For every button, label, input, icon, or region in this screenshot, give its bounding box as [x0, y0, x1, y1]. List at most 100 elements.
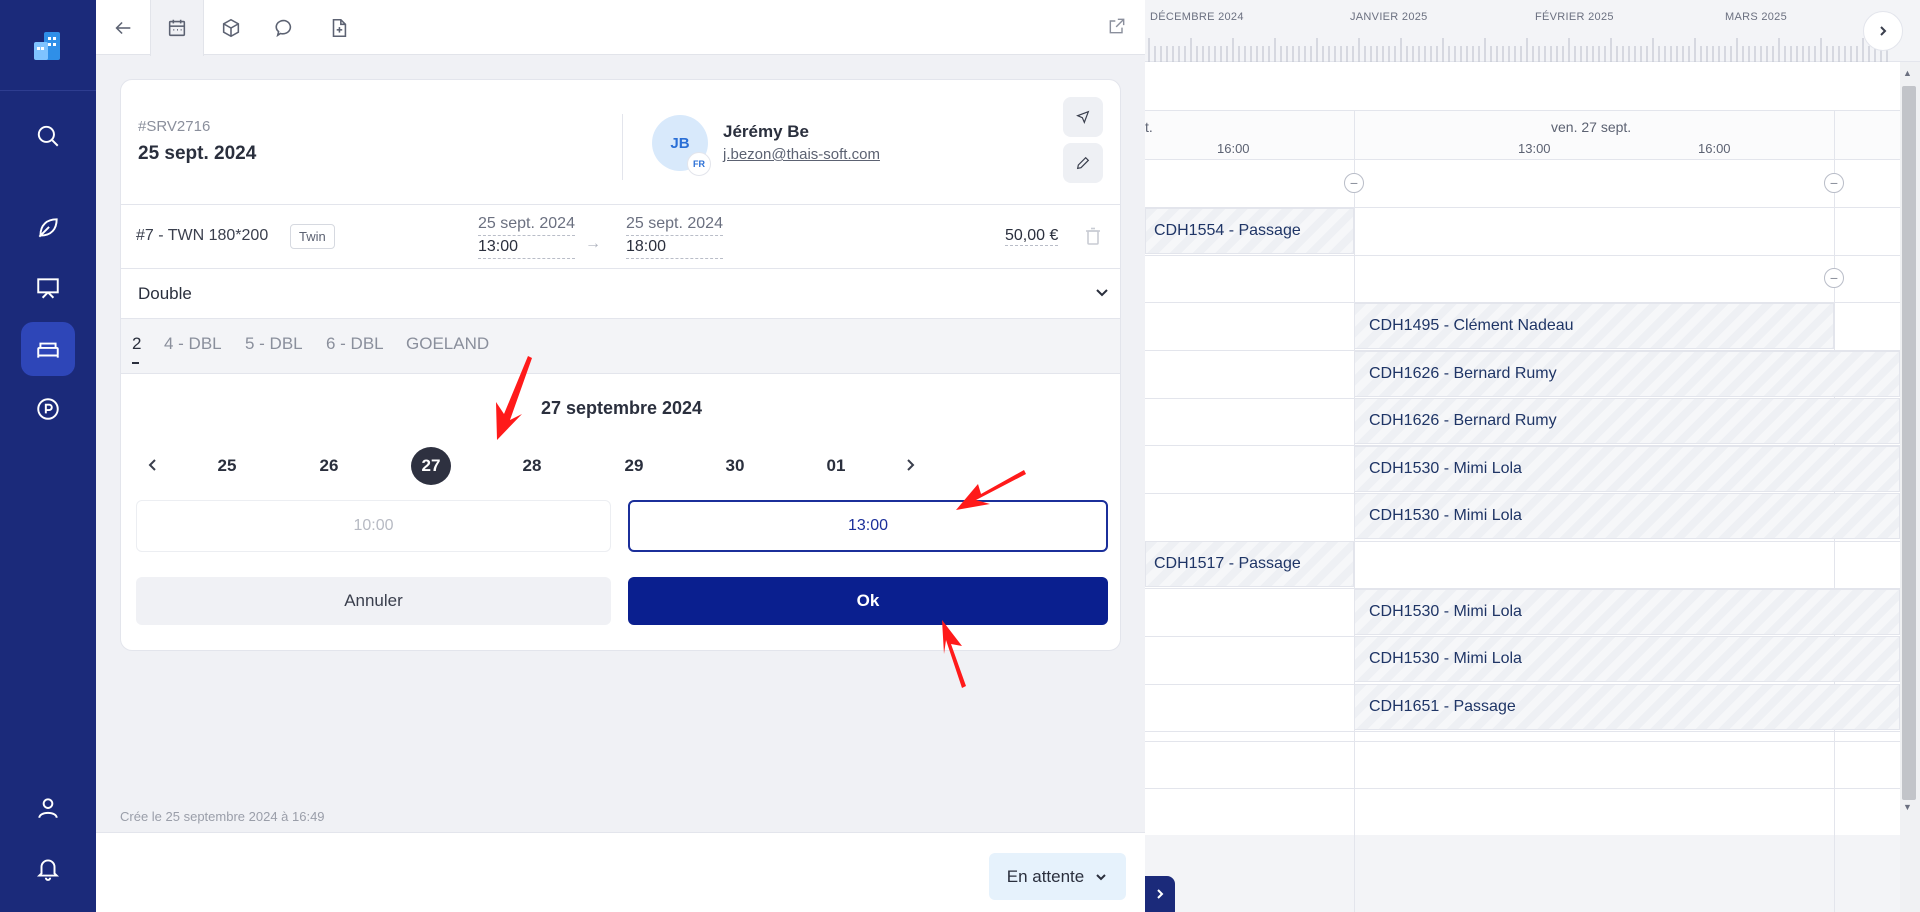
- calendar-icon: [168, 19, 186, 37]
- reservation-block[interactable]: CDH1626 - Bernard Rumy: [1354, 351, 1900, 397]
- reservation-block[interactable]: CDH1530 - Mimi Lola: [1354, 493, 1900, 539]
- timeline-month: FÉVRIER 2025: [1535, 11, 1614, 23]
- bed-icon[interactable]: [30, 331, 66, 367]
- cube-icon: [222, 18, 240, 37]
- planning-day-header: t. 16:00 ven. 27 sept. 13:00 16:00: [1145, 110, 1900, 160]
- leaf-icon[interactable]: [30, 210, 66, 246]
- expand-panel-button[interactable]: [1145, 876, 1175, 912]
- timeline-month: MARS 2025: [1725, 11, 1788, 23]
- collapse-icon[interactable]: −: [1344, 173, 1364, 193]
- trash-icon[interactable]: [1085, 227, 1101, 250]
- reservation-block[interactable]: CDH1554 - Passage: [1145, 208, 1354, 254]
- ok-button[interactable]: Ok: [628, 577, 1108, 625]
- room-tab[interactable]: 6 - DBL: [326, 334, 384, 354]
- reservation-block[interactable]: CDH1651 - Passage: [1354, 684, 1900, 730]
- cancel-button[interactable]: Annuler: [136, 577, 611, 625]
- tab-package[interactable]: [204, 0, 258, 55]
- parking-icon[interactable]: [30, 391, 66, 427]
- row-line: [1145, 788, 1900, 789]
- arrival-datetime[interactable]: 25 sept. 2024 13:00: [478, 213, 575, 259]
- room-tab[interactable]: 4 - DBL: [164, 334, 222, 354]
- room-tab[interactable]: 5 - DBL: [245, 334, 303, 354]
- booking-date: 25 sept. 2024: [138, 143, 257, 164]
- chevron-right-icon[interactable]: [898, 453, 922, 477]
- app-sidebar: [0, 0, 96, 912]
- room-type-tag: Twin: [290, 224, 335, 249]
- chevron-right-icon: [1157, 889, 1164, 899]
- reservation-panel: #SRV2716 25 sept. 2024 JB FR Jérémy Be j…: [96, 0, 1145, 912]
- guest-email-link[interactable]: j.bezon@thais-soft.com: [723, 146, 880, 163]
- collapse-icon[interactable]: −: [1824, 268, 1844, 288]
- sidebar-separator: [0, 90, 96, 91]
- day-label: ven. 27 sept.: [1551, 119, 1632, 135]
- panel-toolbar: [96, 0, 1145, 56]
- bell-icon[interactable]: [30, 850, 66, 886]
- tab-messages[interactable]: [258, 0, 312, 55]
- calendar-day-selected[interactable]: 27: [411, 447, 451, 485]
- reservation-block[interactable]: CDH1530 - Mimi Lola: [1354, 636, 1900, 682]
- back-arrow-icon[interactable]: [96, 0, 150, 55]
- planning-view: DÉCEMBRE 2024 JANVIER 2025 FÉVRIER 2025 …: [1145, 0, 1920, 912]
- timeline-ruler[interactable]: DÉCEMBRE 2024 JANVIER 2025 FÉVRIER 2025 …: [1145, 0, 1920, 62]
- room-tab[interactable]: 2: [132, 334, 141, 354]
- guest-name: Jérémy Be: [723, 122, 810, 141]
- cursor-arrow-icon: [1076, 110, 1090, 124]
- reservation-block[interactable]: CDH1530 - Mimi Lola: [1354, 446, 1900, 492]
- tab-calendar[interactable]: [150, 0, 204, 56]
- room-line: #7 - TWN 180*200 Twin 25 sept. 2024 13:0…: [121, 205, 1120, 269]
- planning-bottom-area: [1145, 835, 1900, 912]
- header-divider: [622, 114, 623, 180]
- tab-document[interactable]: [312, 0, 366, 55]
- pencil-icon: [1076, 156, 1090, 170]
- row-line: [1145, 255, 1900, 256]
- hour-label: 16:00: [1698, 141, 1731, 156]
- user-icon[interactable]: [30, 790, 66, 826]
- booking-header: #SRV2716 25 sept. 2024 JB FR Jérémy Be j…: [121, 80, 1120, 205]
- calendar-day[interactable]: 28: [512, 447, 552, 485]
- room-tab[interactable]: GOELAND: [406, 334, 489, 354]
- booking-reference: #SRV2716: [138, 118, 211, 135]
- arrival-time: 13:00: [478, 236, 575, 259]
- chevron-down-icon: [1094, 284, 1110, 305]
- hour-label: 13:00: [1518, 141, 1551, 156]
- reservation-block[interactable]: CDH1517 - Passage: [1145, 541, 1354, 587]
- departure-datetime[interactable]: 25 sept. 2024 18:00: [626, 213, 723, 259]
- time-slot-disabled: 10:00: [136, 500, 611, 552]
- active-tab-indicator: [132, 362, 139, 364]
- cursor-pointer-button[interactable]: [1063, 97, 1103, 137]
- row-line: [1145, 741, 1900, 742]
- chevron-right-icon: [1880, 26, 1887, 36]
- room-type-select[interactable]: Double: [121, 269, 1120, 319]
- file-plus-icon: [332, 18, 347, 37]
- calendar-day[interactable]: 30: [715, 447, 755, 485]
- collapse-icon[interactable]: −: [1824, 173, 1844, 193]
- timeline-next-button[interactable]: [1863, 11, 1903, 51]
- chevron-left-icon[interactable]: [141, 453, 165, 477]
- calendar-day[interactable]: 29: [614, 447, 654, 485]
- reservation-block[interactable]: CDH1530 - Mimi Lola: [1354, 589, 1900, 635]
- app-logo[interactable]: [30, 28, 66, 64]
- departure-date: 25 sept. 2024: [626, 213, 723, 236]
- calendar-day[interactable]: 26: [309, 447, 349, 485]
- scroll-up-icon[interactable]: ▲: [1903, 68, 1912, 78]
- time-slot-selected[interactable]: 13:00: [628, 500, 1108, 552]
- presentation-board-icon[interactable]: [30, 270, 66, 306]
- timeline-month: DÉCEMBRE 2024: [1150, 11, 1244, 23]
- room-price[interactable]: 50,00 €: [1005, 227, 1059, 246]
- scroll-down-icon[interactable]: ▼: [1903, 802, 1912, 812]
- edit-button[interactable]: [1063, 143, 1103, 183]
- chat-bubble-icon: [275, 19, 292, 37]
- booking-card: #SRV2716 25 sept. 2024 JB FR Jérémy Be j…: [120, 79, 1121, 651]
- status-dropdown[interactable]: En attente: [989, 853, 1126, 900]
- scrollbar-thumb[interactable]: [1902, 86, 1916, 800]
- calendar-day[interactable]: 01: [816, 447, 856, 485]
- calendar-day[interactable]: 25: [207, 447, 247, 485]
- search-icon[interactable]: [30, 118, 66, 154]
- reservation-block[interactable]: CDH1626 - Bernard Rumy: [1354, 398, 1900, 444]
- arrow-right-icon: →: [585, 235, 601, 252]
- reservation-block[interactable]: CDH1495 - Clément Nadeau: [1354, 303, 1834, 349]
- open-external-icon[interactable]: [1107, 16, 1129, 38]
- calendar-title: 27 septembre 2024: [540, 398, 703, 418]
- arrival-date: 25 sept. 2024: [478, 213, 575, 236]
- timeline-month: JANVIER 2025: [1350, 11, 1428, 23]
